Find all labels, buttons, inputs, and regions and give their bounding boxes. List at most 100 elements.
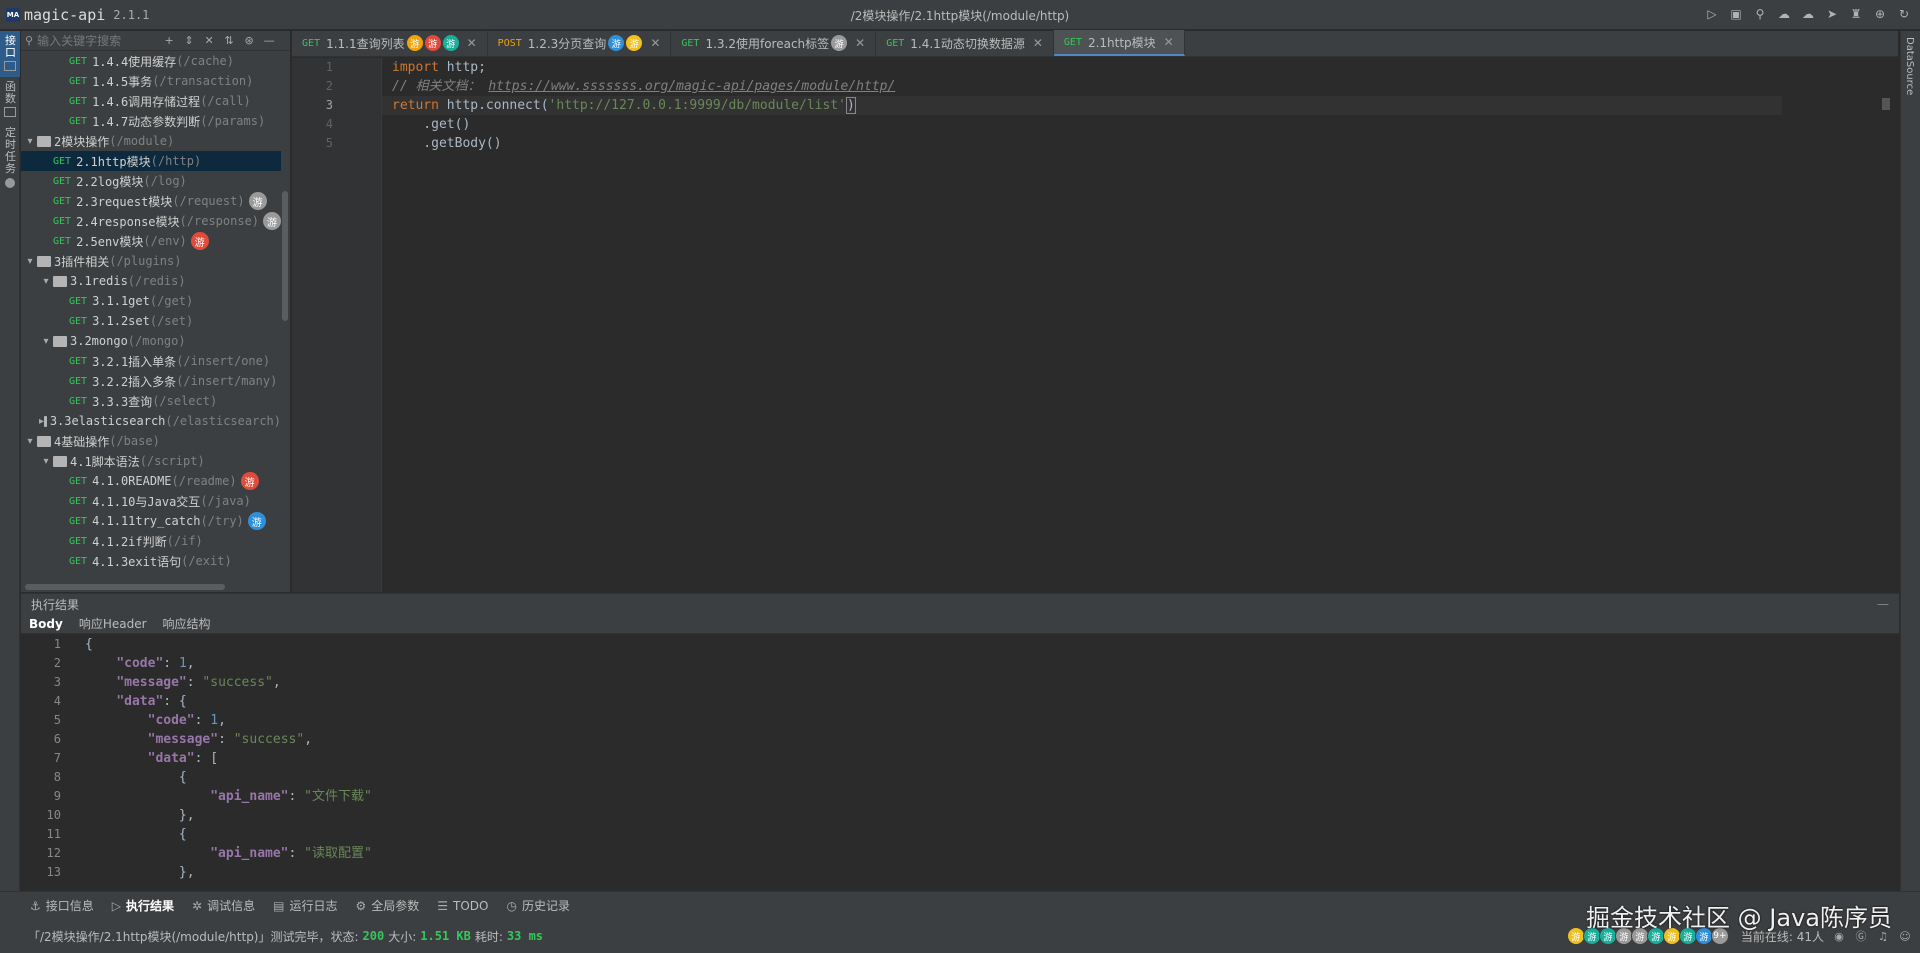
- tool-tab[interactable]: ✲ 调试信息: [192, 897, 255, 914]
- refresh-icon[interactable]: ↻: [1896, 6, 1912, 22]
- search-input[interactable]: [37, 33, 158, 48]
- vtab-scheduled-tasks[interactable]: 定时任务: [0, 123, 20, 195]
- run-icon[interactable]: ▷: [1704, 6, 1720, 22]
- tree-folder[interactable]: ▾ 2模块操作 (/module): [21, 131, 281, 151]
- sort-icon[interactable]: ⇅: [221, 33, 237, 49]
- datasource-tab[interactable]: DataSource: [1901, 31, 1918, 101]
- download-icon[interactable]: ☁: [1800, 6, 1816, 22]
- send-icon[interactable]: ➤: [1824, 6, 1840, 22]
- close-icon[interactable]: ✕: [855, 36, 865, 50]
- user-icon[interactable]: ☺: [1898, 929, 1912, 943]
- result-tab-body[interactable]: Body: [29, 617, 63, 631]
- chevron-down-icon[interactable]: ▾: [39, 336, 53, 347]
- tree-api-item[interactable]: GET 3.3.3查询 (/select): [21, 391, 281, 411]
- vtab-interfaces[interactable]: 接口: [0, 31, 20, 77]
- add-icon[interactable]: +: [161, 33, 177, 49]
- github-icon[interactable]: ◉: [1832, 929, 1846, 943]
- tree-folder[interactable]: ▾ 3.2mongo (/mongo): [21, 331, 281, 351]
- search-icon[interactable]: ⚲: [1752, 6, 1768, 22]
- tool-tab[interactable]: ▷ 执行结果: [112, 897, 174, 914]
- close-icon[interactable]: ✕: [1164, 35, 1174, 49]
- tree-api-item[interactable]: GET 4.1.0README (/readme) 游: [21, 471, 281, 491]
- collapse-icon[interactable]: ✕: [201, 33, 217, 49]
- filter-icon[interactable]: ⊛: [241, 33, 257, 49]
- minimize-icon[interactable]: —: [1877, 597, 1889, 611]
- gitee-icon[interactable]: Ⓖ: [1854, 929, 1868, 943]
- tree-api-item[interactable]: GET 2.4response模块 (/response) 游: [21, 211, 281, 231]
- tool-tab-label: 历史记录: [521, 899, 570, 913]
- code-editor[interactable]: 1 2 3 4 5 import http; // 相关文档： https://…: [292, 58, 1898, 592]
- editor-tab[interactable]: GET 1.1.1查询列表游游游 ✕: [292, 30, 488, 56]
- http-method: GET: [1063, 36, 1082, 48]
- chevron-down-icon[interactable]: ▾: [23, 256, 37, 267]
- chevron-down-icon[interactable]: ▾: [39, 276, 53, 287]
- skin-icon[interactable]: ♜: [1848, 6, 1864, 22]
- close-icon[interactable]: ✕: [650, 36, 660, 50]
- tree-api-item[interactable]: GET 3.2.1插入单条 (/insert/one): [21, 351, 281, 371]
- tree-api-item[interactable]: GET 1.4.6调用存储过程 (/call): [21, 91, 281, 111]
- chevron-down-icon[interactable]: ▾: [23, 436, 37, 447]
- editor-scrollbar[interactable]: [1882, 98, 1890, 110]
- tree-api-item[interactable]: GET 3.1.2set (/set): [21, 311, 281, 331]
- doc-link[interactable]: https://www.sssssss.org/magic-api/pages/…: [488, 79, 895, 94]
- tree-api-item[interactable]: GET 4.1.2if判断 (/if): [21, 531, 281, 551]
- tree-api-item[interactable]: GET 3.1.1get (/get): [21, 291, 281, 311]
- tree-folder[interactable]: ▾ 4.1脚本语法 (/script): [21, 451, 281, 471]
- tree-folder[interactable]: ▾ 3.1redis (/redis): [21, 271, 281, 291]
- tree-api-item[interactable]: GET 2.3request模块 (/request) 游: [21, 191, 281, 211]
- tree-folder[interactable]: ▾ 3插件相关 (/plugins): [21, 251, 281, 271]
- tool-tab[interactable]: ▤ 运行日志: [273, 897, 337, 914]
- editor-tab[interactable]: GET 2.1http模块 ✕: [1053, 30, 1185, 56]
- tree-scrollbar-thumb[interactable]: [282, 191, 288, 321]
- tree-api-item[interactable]: GET 1.4.5事务 (/transaction): [21, 71, 281, 91]
- chevron-down-icon[interactable]: ▾: [39, 456, 53, 467]
- notification-icon[interactable]: ♫: [1876, 929, 1890, 943]
- tree-scrollbar[interactable]: [282, 51, 288, 579]
- settings-icon: ⚙: [355, 898, 367, 913]
- tree-horizontal-scrollbar[interactable]: [25, 584, 225, 590]
- editor-tab[interactable]: POST 1.2.3分页查询游游 ✕: [488, 30, 672, 56]
- result-tab-structure[interactable]: 响应结构: [163, 615, 211, 632]
- status-message: 「/2模块操作/2.1http模块(/module/http)」测试完毕，状态:: [28, 929, 359, 944]
- json-key: "api_name": [210, 846, 289, 861]
- vtab-functions[interactable]: 函数: [0, 77, 20, 123]
- chevron-down-icon[interactable]: ▾: [23, 136, 37, 147]
- history-icon: ◷: [506, 898, 517, 913]
- save-icon[interactable]: ▣: [1728, 6, 1744, 22]
- tree-api-item[interactable]: GET 2.2log模块 (/log): [21, 171, 281, 191]
- expand-icon[interactable]: ⇕: [181, 33, 197, 49]
- tree-folder[interactable]: ▾ 4基础操作 (/base): [21, 431, 281, 451]
- tree-api-item[interactable]: GET 4.1.3exit语句 (/exit): [21, 551, 281, 571]
- editor-tab[interactable]: GET 1.4.1动态切换数据源 ✕: [876, 30, 1054, 56]
- tool-tab[interactable]: ⚙ 全局参数: [355, 897, 419, 914]
- tree-api-item[interactable]: GET 1.4.4使用缓存 (/cache): [21, 51, 281, 71]
- editor-tab[interactable]: GET 1.3.2使用foreach标签游 ✕: [671, 30, 877, 56]
- tree-api-item[interactable]: GET 4.1.10与Java交互 (/java): [21, 491, 281, 511]
- tool-tab[interactable]: ◷ 历史记录: [506, 897, 570, 914]
- tree-api-item[interactable]: GET 2.5env模块 (/env) 游: [21, 231, 281, 251]
- line-number: 4: [53, 694, 61, 708]
- tree-api-item[interactable]: GET 1.4.7动态参数判断 (/params): [21, 111, 281, 131]
- upload-icon[interactable]: ☁: [1776, 6, 1792, 22]
- log-icon: ▤: [273, 898, 285, 913]
- tool-tab[interactable]: ⚓ 接口信息: [30, 897, 94, 914]
- result-tab-header[interactable]: 响应Header: [79, 615, 147, 632]
- close-icon[interactable]: ✕: [467, 36, 477, 50]
- tree-folder[interactable]: ▸ 3.3elasticsearch (/elasticsearch): [21, 411, 281, 431]
- line-number: 1: [53, 637, 61, 651]
- minimize-icon[interactable]: —: [261, 33, 277, 49]
- json-viewer[interactable]: 1 2 3 4 5 6 7 8 9 10 11 12 13 { "code": …: [21, 635, 1899, 892]
- user-badge: 游: [424, 35, 441, 51]
- avatar-overflow-badge[interactable]: 9+: [1710, 927, 1729, 945]
- http-method: GET: [886, 37, 905, 49]
- json-line: "message": "success",: [147, 732, 313, 747]
- editor-area: GET 1.1.1查询列表游游游 ✕ POST 1.2.3分页查询游游 ✕ GET 1.3.2…: [292, 30, 1898, 592]
- close-icon[interactable]: ✕: [1033, 36, 1043, 50]
- json-line: "data": {: [116, 694, 187, 709]
- tool-tab[interactable]: ☰ TODO: [437, 899, 488, 913]
- folder-icon: [44, 415, 47, 427]
- tree-api-item[interactable]: GET 4.1.11try_catch (/try) 游: [21, 511, 281, 531]
- globe-icon[interactable]: ⊕: [1872, 6, 1888, 22]
- tree-api-item[interactable]: GET 2.1http模块 (/http): [21, 151, 281, 171]
- tree-api-item[interactable]: GET 3.2.2插入多条 (/insert/many): [21, 371, 281, 391]
